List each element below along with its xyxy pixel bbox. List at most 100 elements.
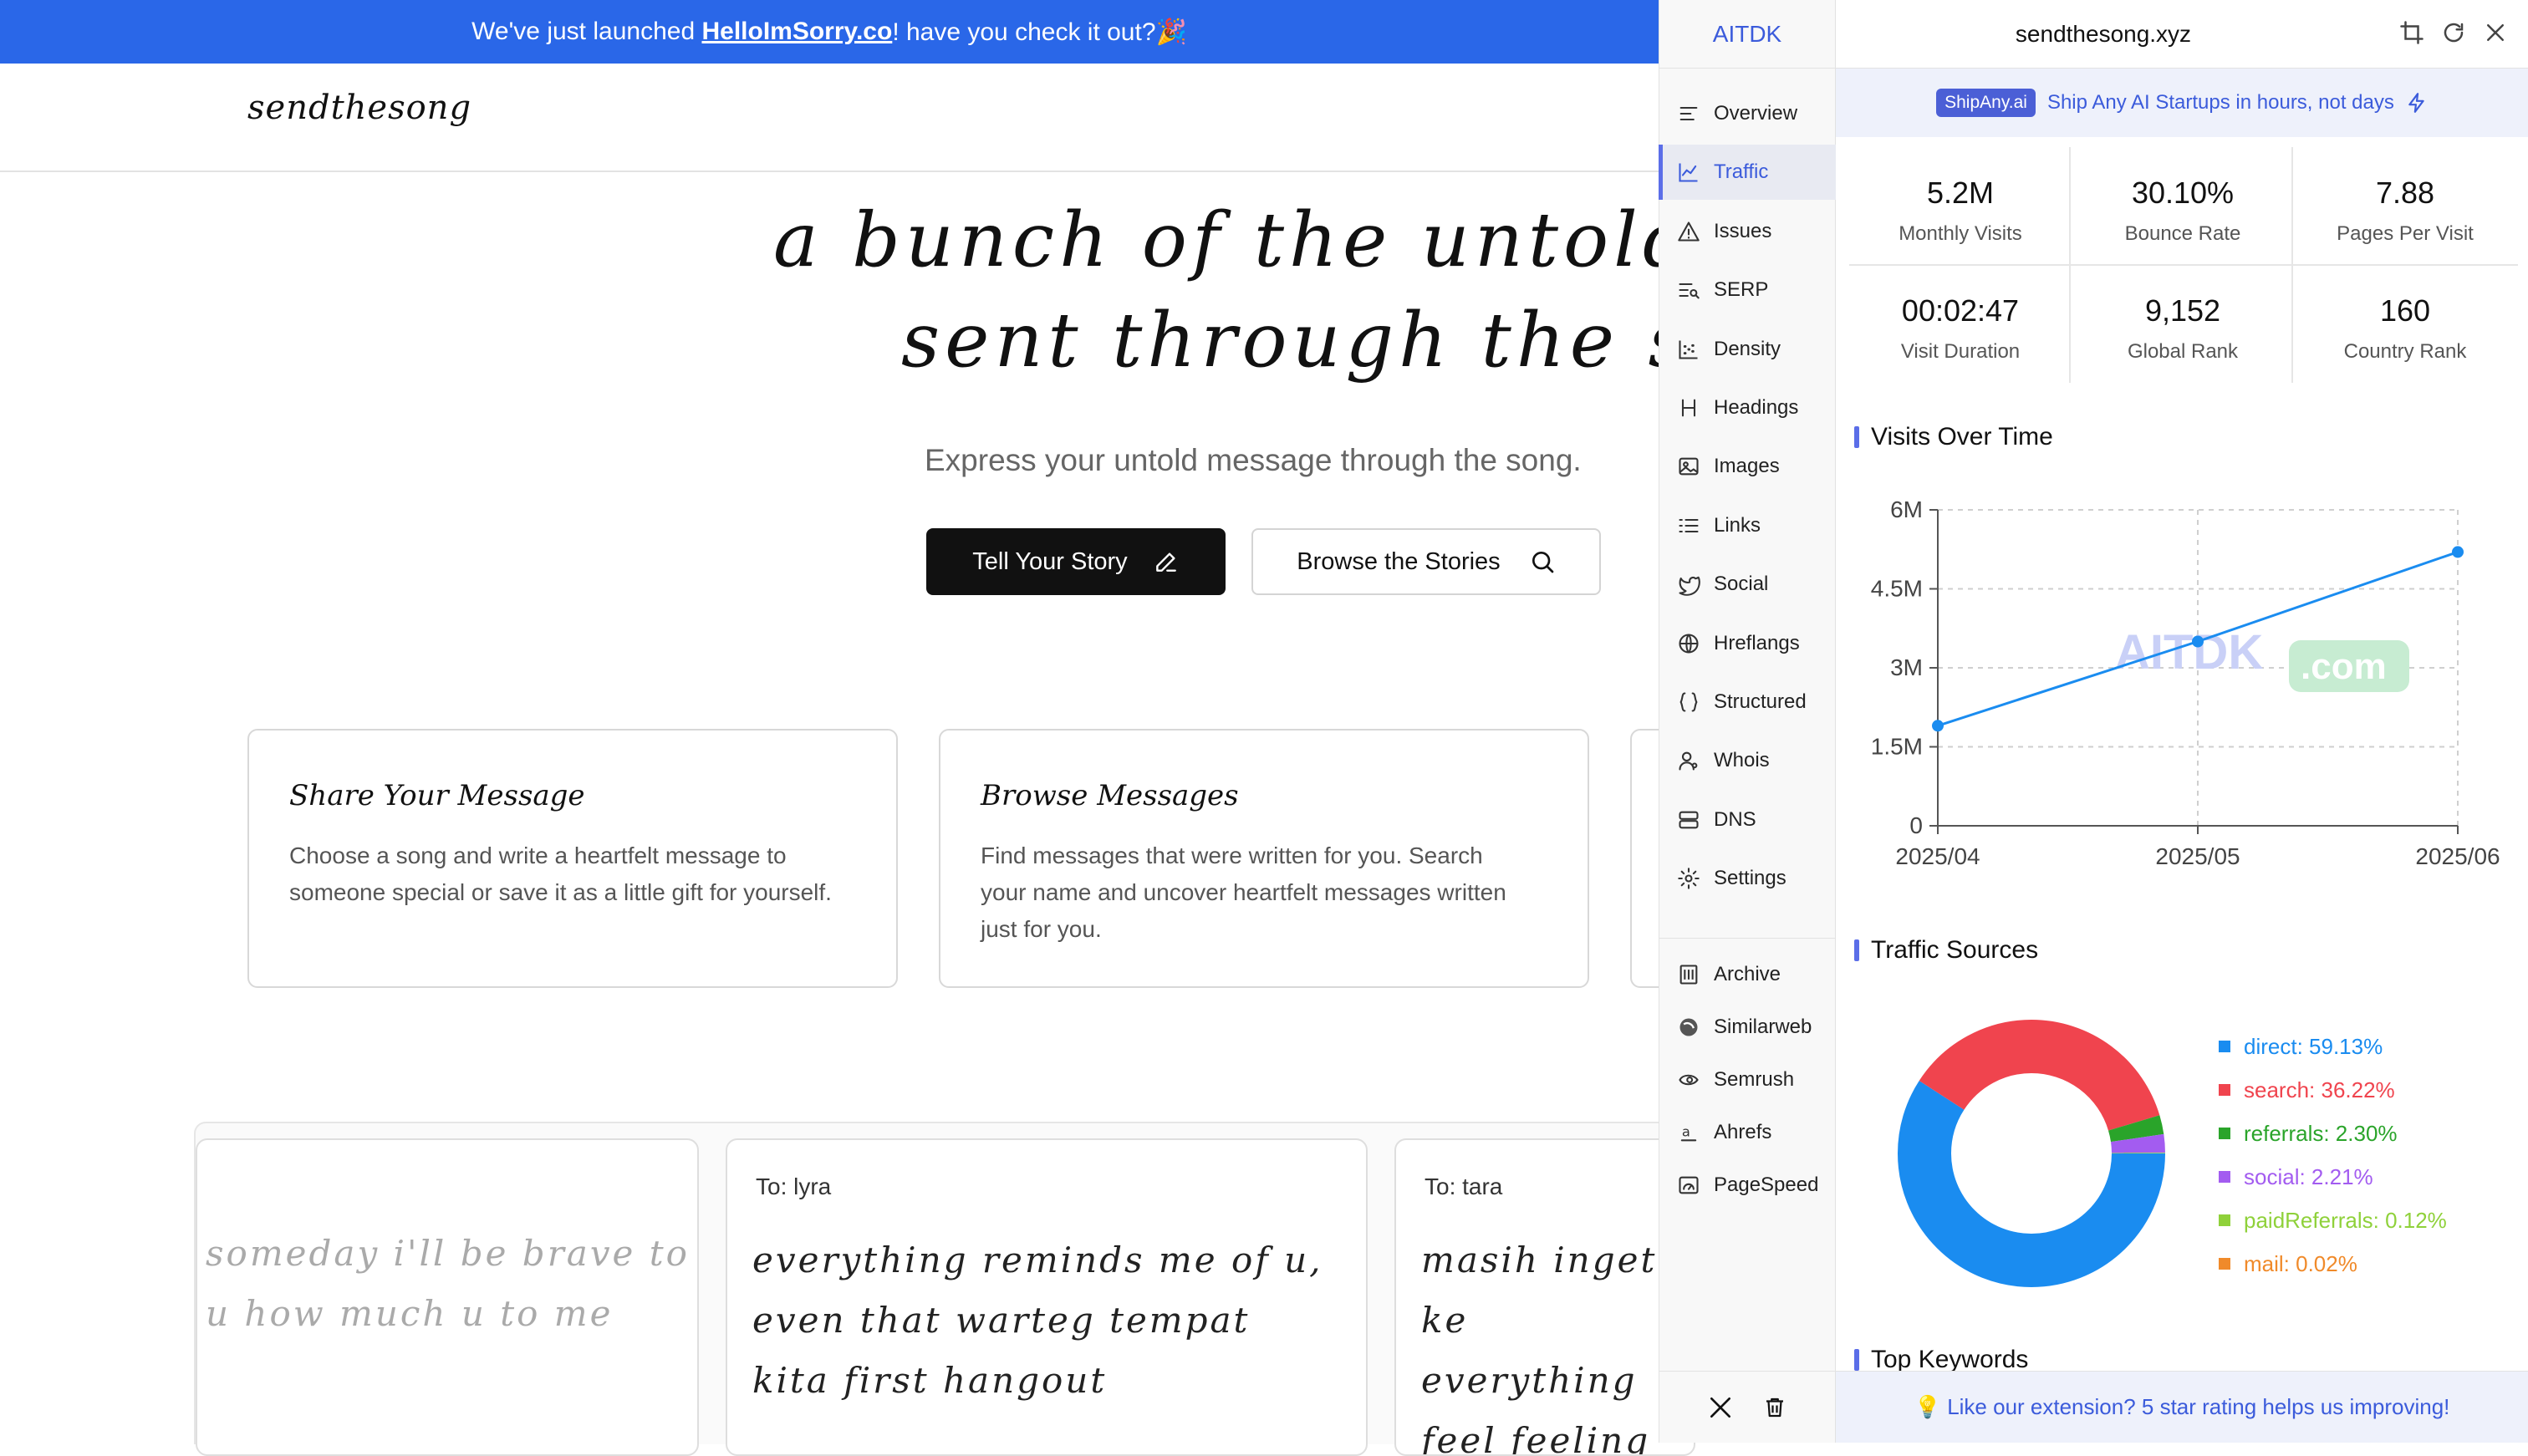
banner-text-suffix: ! have you check it out?🎉 (892, 18, 1187, 46)
x-tick-label: 2025/06 (2415, 843, 2500, 869)
y-tick-label: 6M (1890, 496, 1923, 522)
x-twitter-icon[interactable] (1707, 1394, 1734, 1421)
y-tick-label: 1.5M (1871, 734, 1923, 760)
ahrefs-icon: a (1680, 1124, 1697, 1142)
hero-heading: a bunch of the untold words sent through… (585, 191, 1659, 391)
stat-value: 30.10% (2131, 176, 2235, 210)
banner-link[interactable]: HelloImSorry.co (701, 18, 892, 46)
hero-line-1: a bunch of the untold words (773, 196, 1659, 284)
refresh-icon[interactable] (2441, 20, 2466, 45)
sidebar-item-archive[interactable]: Archive (1659, 947, 1836, 1002)
message-text: someday i'll be brave to tell u how much… (206, 1233, 697, 1334)
message-card[interactable]: To: lyra everything reminds me of u, eve… (726, 1138, 1368, 1456)
sidebar-item-label: Similarweb (1714, 1016, 1812, 1038)
gear-icon (1678, 868, 1700, 889)
legend-item-search: search: 36.22% (2219, 1068, 2447, 1112)
links-icon (1679, 518, 1699, 532)
message-card[interactable]: To: tara masih inget ke everything feel … (1394, 1138, 1695, 1456)
sidebar-item-similarweb[interactable]: Similarweb (1659, 1000, 1836, 1055)
topbar-actions (2399, 20, 2508, 45)
stat-value: 7.88 (2375, 176, 2435, 210)
legend-item-mail: mail: 0.02% (2219, 1242, 2447, 1285)
message-recipient: To: lyra (756, 1173, 832, 1199)
sidebar-item-label: Issues (1714, 219, 1772, 242)
sidebar-item-label: Density (1714, 337, 1781, 360)
legend-label: referrals: 2.30% (2244, 1120, 2398, 1146)
sidebar-item-overview[interactable]: Overview (1659, 86, 1836, 141)
announcement-banner: We've just launched HelloImSorry.co ! ha… (0, 0, 1659, 64)
svg-text:a: a (1682, 1124, 1690, 1140)
legend-item-direct: direct: 59.13% (2219, 1025, 2447, 1068)
legend-swatch (2219, 1128, 2230, 1139)
sidebar-item-label: PageSpeed (1714, 1173, 1819, 1196)
sidebar-item-settings[interactable]: Settings (1659, 851, 1836, 906)
sidebar-item-serp[interactable]: SERP (1659, 262, 1836, 318)
extension-brand[interactable]: AITDK (1659, 0, 1836, 69)
stat-label: Country Rank (2343, 340, 2467, 363)
stat-tile: 7.88 Pages Per Visit (2294, 147, 2516, 266)
sidebar-item-ahrefs[interactable]: a Ahrefs (1659, 1105, 1836, 1160)
feature-card-body: Choose a song and write a heartfelt mess… (289, 843, 832, 905)
feature-card-browse: Browse Messages Find messages that were … (939, 729, 1589, 988)
feature-card-share: Share Your Message Choose a song and wri… (247, 729, 898, 988)
sidebar-item-label: Hreflangs (1714, 631, 1800, 654)
stat-label: Monthly Visits (1899, 222, 2022, 245)
feature-card-title: Share Your Message (289, 779, 585, 812)
site-logo[interactable]: sendthesong (247, 89, 471, 127)
trash-icon[interactable] (1762, 1395, 1787, 1420)
stat-value: 9,152 (2144, 293, 2221, 328)
section-marker (1854, 939, 1859, 961)
sidebar-item-images[interactable]: Images (1659, 439, 1836, 494)
x-tick-label: 2025/05 (2155, 843, 2240, 869)
stat-tile: 5.2M Monthly Visits (1849, 147, 2072, 266)
stat-label: Pages Per Visit (2337, 222, 2474, 245)
stat-tile: 00:02:47 Visit Duration (1849, 265, 2072, 384)
sidebar-item-hreflangs[interactable]: Hreflangs (1659, 616, 1836, 671)
browse-stories-button[interactable]: Browse the Stories (1251, 528, 1601, 595)
legend-label: social: 2.21% (2244, 1163, 2373, 1189)
sidebar-item-label: Links (1714, 513, 1761, 537)
sidebar-item-structured[interactable]: Structured (1659, 675, 1836, 730)
traffic-sources-donut (1898, 1020, 2165, 1287)
tell-your-story-button[interactable]: Tell Your Story (926, 528, 1226, 595)
sidebar-item-semrush[interactable]: Semrush (1659, 1052, 1836, 1107)
sidebar-item-whois[interactable]: Whois (1659, 733, 1836, 788)
sidebar-item-pagespeed[interactable]: PageSpeed (1659, 1158, 1836, 1213)
sources-title-text: Traffic Sources (1871, 936, 2039, 964)
sidebar-item-label: Settings (1714, 867, 1786, 890)
stat-value: 00:02:47 (1901, 293, 2020, 328)
promo-banner[interactable]: ShipAny.ai Ship Any AI Startups in hours… (1836, 69, 2528, 137)
sidebar-item-label: Ahrefs (1714, 1121, 1772, 1143)
sidebar-item-label: Archive (1714, 963, 1781, 985)
sidebar-item-links[interactable]: Links (1659, 498, 1836, 553)
sidebar-item-issues[interactable]: Issues (1659, 204, 1836, 259)
sidebar-item-label: Semrush (1714, 1068, 1795, 1091)
bird-icon (1679, 576, 1700, 596)
message-card[interactable]: someday i'll be brave to tell u how much… (196, 1138, 699, 1456)
legend-label: mail: 0.02% (2244, 1250, 2357, 1276)
sidebar-item-dns[interactable]: DNS (1659, 792, 1836, 848)
sidebar-item-social[interactable]: Social (1659, 557, 1836, 612)
stat-value: 160 (2379, 293, 2431, 328)
legend-swatch (2219, 1084, 2230, 1096)
traffic-sources-legend: direct: 59.13% search: 36.22% referrals: 2… (2219, 1025, 2447, 1285)
rating-prompt[interactable]: 💡 Like our extension? 5 star rating help… (1836, 1371, 2528, 1443)
heading-icon (1681, 399, 1696, 417)
close-icon[interactable] (2483, 20, 2508, 45)
visits-line-chart: 0 1.5M 3M 4.5M 6M 2025/04 2025/05 2025/06 AITDK.… (1871, 496, 2500, 869)
legend-swatch (2219, 1258, 2230, 1270)
hero-tagline: Express your untold message through the … (925, 443, 1582, 477)
x-tick-label: 2025/04 (1895, 843, 1980, 869)
crop-icon[interactable] (2399, 20, 2424, 45)
sidebar-item-label: Social (1714, 573, 1769, 596)
sidebar-item-density[interactable]: Density (1659, 322, 1836, 377)
sidebar-item-headings[interactable]: Headings (1659, 380, 1836, 435)
message-text: everything reminds me of u, even that wa… (752, 1240, 1323, 1401)
sidebar-item-label: DNS (1714, 807, 1756, 831)
hero-line-2: sent through the song (901, 297, 1659, 384)
feature-card-body: Find messages that were written for you.… (981, 843, 1506, 942)
top-keywords-title: Top Keywords (1854, 1346, 2028, 1374)
promo-text: Ship Any AI Startups in hours, not days (2046, 91, 2394, 114)
nav-divider (1659, 938, 1836, 939)
sidebar-item-traffic[interactable]: Traffic (1659, 145, 1836, 201)
